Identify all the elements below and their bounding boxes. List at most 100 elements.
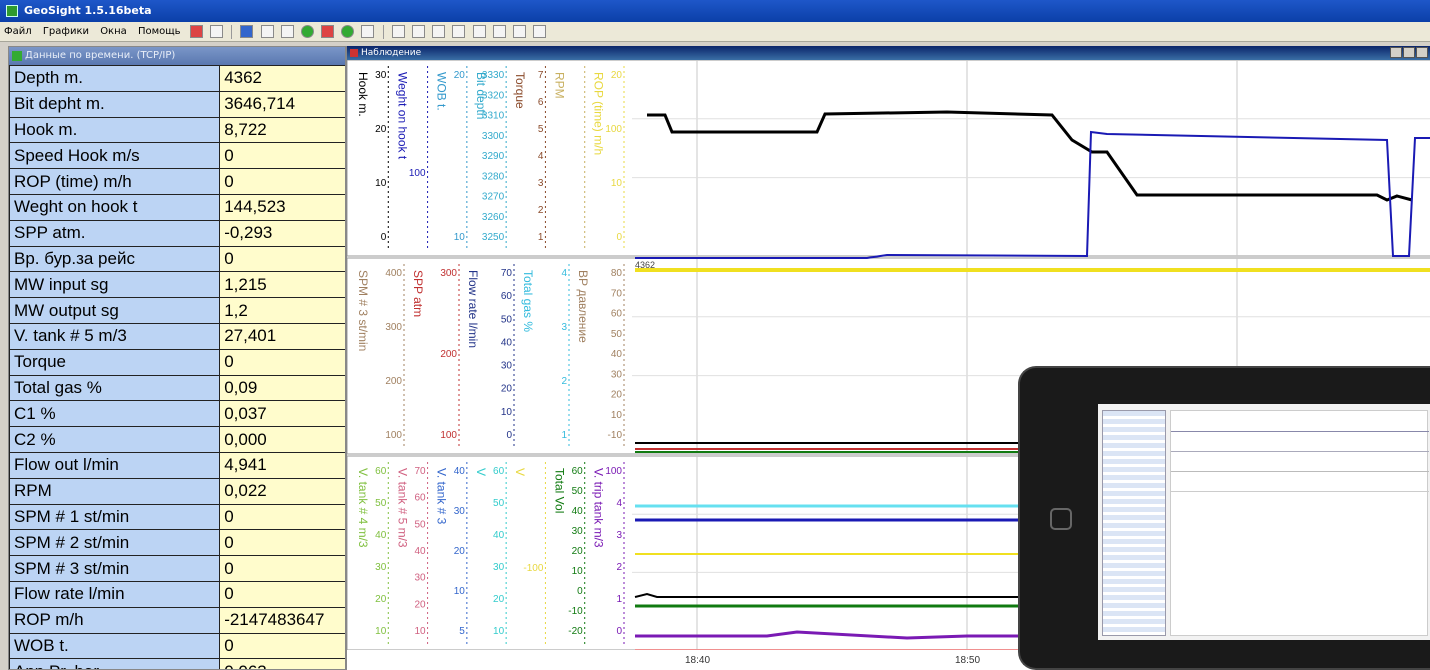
- axis-tick-label: 60: [501, 291, 513, 302]
- minus-icon[interactable]: [321, 25, 335, 38]
- axis-tick-label: 60: [375, 466, 387, 477]
- axis-tick-label: 1: [561, 430, 567, 441]
- axis-tick-label: 1: [616, 594, 622, 605]
- axis-tick-label: 100: [605, 124, 622, 135]
- axis-tick-label: 30: [414, 573, 426, 584]
- window-layout-3-icon[interactable]: [472, 25, 486, 38]
- axis-tick-label: 70: [414, 466, 426, 477]
- axis-tick-label: 60: [493, 466, 505, 477]
- axis-tick-label: -10: [568, 606, 583, 617]
- param-value: 0: [219, 555, 345, 582]
- axis-label: RPM: [552, 72, 566, 99]
- param-value: -0,293: [219, 219, 345, 247]
- axis-tick-label: 20: [375, 124, 387, 135]
- panel-icon: [12, 51, 22, 61]
- folder-icon[interactable]: [391, 25, 405, 38]
- param-name: Depth m.: [9, 65, 221, 92]
- param-value: 0: [219, 348, 345, 376]
- axis-tick-label: 50: [414, 519, 426, 530]
- grid-icon[interactable]: [260, 25, 274, 38]
- minimize-button[interactable]: [1390, 47, 1402, 58]
- param-row: SPM # 2 st/min 0: [9, 529, 345, 557]
- window-layout-5-icon[interactable]: [512, 25, 526, 38]
- window-layout-4-icon[interactable]: [492, 25, 506, 38]
- axis-label: V. tank # 4 m/3: [356, 468, 370, 548]
- axis-tick-label: 4: [561, 268, 567, 279]
- axis-tick-label: 2: [561, 376, 567, 387]
- param-row: Flow rate l/min 0: [9, 580, 345, 608]
- observation-icon: [350, 49, 358, 57]
- axis-tick-label: 3250: [482, 232, 505, 243]
- param-value: -2147483647: [219, 606, 345, 634]
- zoom-range-icon[interactable]: [240, 25, 254, 38]
- axis-tick-label: 0: [577, 586, 583, 597]
- window-layout-1-icon[interactable]: [432, 25, 446, 38]
- maximize-button[interactable]: [1403, 47, 1415, 58]
- axis-tick-label: 50: [501, 314, 513, 325]
- axis-tick-label: 20: [611, 390, 623, 401]
- param-row: Bit depht m. 3646,714: [9, 90, 345, 118]
- axis-tick-label: -10: [608, 430, 623, 441]
- plus-icon[interactable]: [300, 25, 314, 38]
- axis-tick-label: 3280: [482, 171, 505, 182]
- axis-label: SPP atm: [411, 270, 425, 317]
- param-value: 0: [219, 245, 345, 273]
- clear-icon[interactable]: [361, 25, 375, 38]
- axis-tick-label: 30: [572, 526, 584, 537]
- axis-tick-label: 40: [611, 349, 623, 360]
- axis-tick-label: 10: [375, 626, 387, 637]
- param-value: 0,022: [219, 477, 345, 505]
- time-data-panel: Данные по времени. (TCP/IP) Depth m. 4362…: [8, 46, 346, 670]
- settings-icon[interactable]: [412, 25, 426, 38]
- param-row: Weght on hook t 144,523: [9, 193, 345, 221]
- menu-help[interactable]: Помощь: [134, 22, 185, 42]
- axis-tick-label: 60: [414, 493, 426, 504]
- param-row: Hook m. 8,722: [9, 116, 345, 144]
- axis-tick-label: 10: [454, 586, 466, 597]
- axis-tick-label: 20: [611, 70, 623, 81]
- close-button[interactable]: [1416, 47, 1428, 58]
- axis-tick-label: 40: [572, 506, 584, 517]
- axis-tick-label: 40: [493, 530, 505, 541]
- axis-tick-label: 3330: [482, 70, 505, 81]
- axis-tick-label: 0: [616, 626, 622, 637]
- axis-tick-label: 100: [440, 430, 457, 441]
- axis-tick-label: 2: [538, 205, 544, 216]
- print-icon[interactable]: [209, 25, 223, 38]
- axis-tick-label: 30: [501, 361, 513, 372]
- param-name: C2 %: [9, 426, 221, 453]
- axis-tick-label: 10: [454, 232, 466, 243]
- window-layout-6-icon[interactable]: [533, 25, 547, 38]
- magnifier-icon[interactable]: [280, 25, 294, 38]
- param-value: 1,2: [219, 297, 345, 324]
- axis-tick-label: 30: [611, 369, 623, 380]
- param-name: SPM # 1 st/min: [9, 503, 221, 531]
- axis-tick-label: 40: [501, 337, 513, 348]
- menu-charts[interactable]: Графики: [39, 22, 93, 42]
- axis-tick-label: 3320: [482, 90, 505, 101]
- menu-windows[interactable]: Окна: [96, 22, 131, 42]
- axis-tick-label: 80: [611, 268, 623, 279]
- axis-label: Total Vol: [552, 468, 566, 513]
- axis-tick-label: 20: [414, 599, 426, 610]
- axis-label: V. tank # 3: [435, 468, 449, 525]
- param-name: Flow out l/min: [9, 451, 221, 479]
- panel-title-bar: Данные по времени. (TCP/IP): [9, 47, 345, 65]
- param-value: 8,722: [219, 116, 345, 144]
- axis-label: Weght on hook t: [395, 72, 409, 160]
- param-name: SPP atm.: [9, 219, 221, 247]
- phone-mini-table: [1102, 410, 1166, 636]
- axis-label: SPM # 3 st/min: [356, 270, 370, 351]
- window-layout-2-icon[interactable]: [452, 25, 466, 38]
- move-icon[interactable]: [341, 25, 355, 38]
- axis-tick-label: 100: [605, 466, 622, 477]
- axis-label: V: [474, 468, 488, 476]
- axis-label: Hook m.: [356, 72, 370, 117]
- panel-title: Данные по времени. (TCP/IP): [25, 50, 176, 61]
- menu-file[interactable]: Файл: [0, 22, 36, 42]
- axis-tick-label: 0: [506, 430, 512, 441]
- param-name: SPM # 2 st/min: [9, 529, 221, 557]
- param-name: ROP m/h: [9, 606, 221, 634]
- axis-tick-label: 3310: [482, 111, 505, 122]
- chart-icon[interactable]: [189, 25, 203, 38]
